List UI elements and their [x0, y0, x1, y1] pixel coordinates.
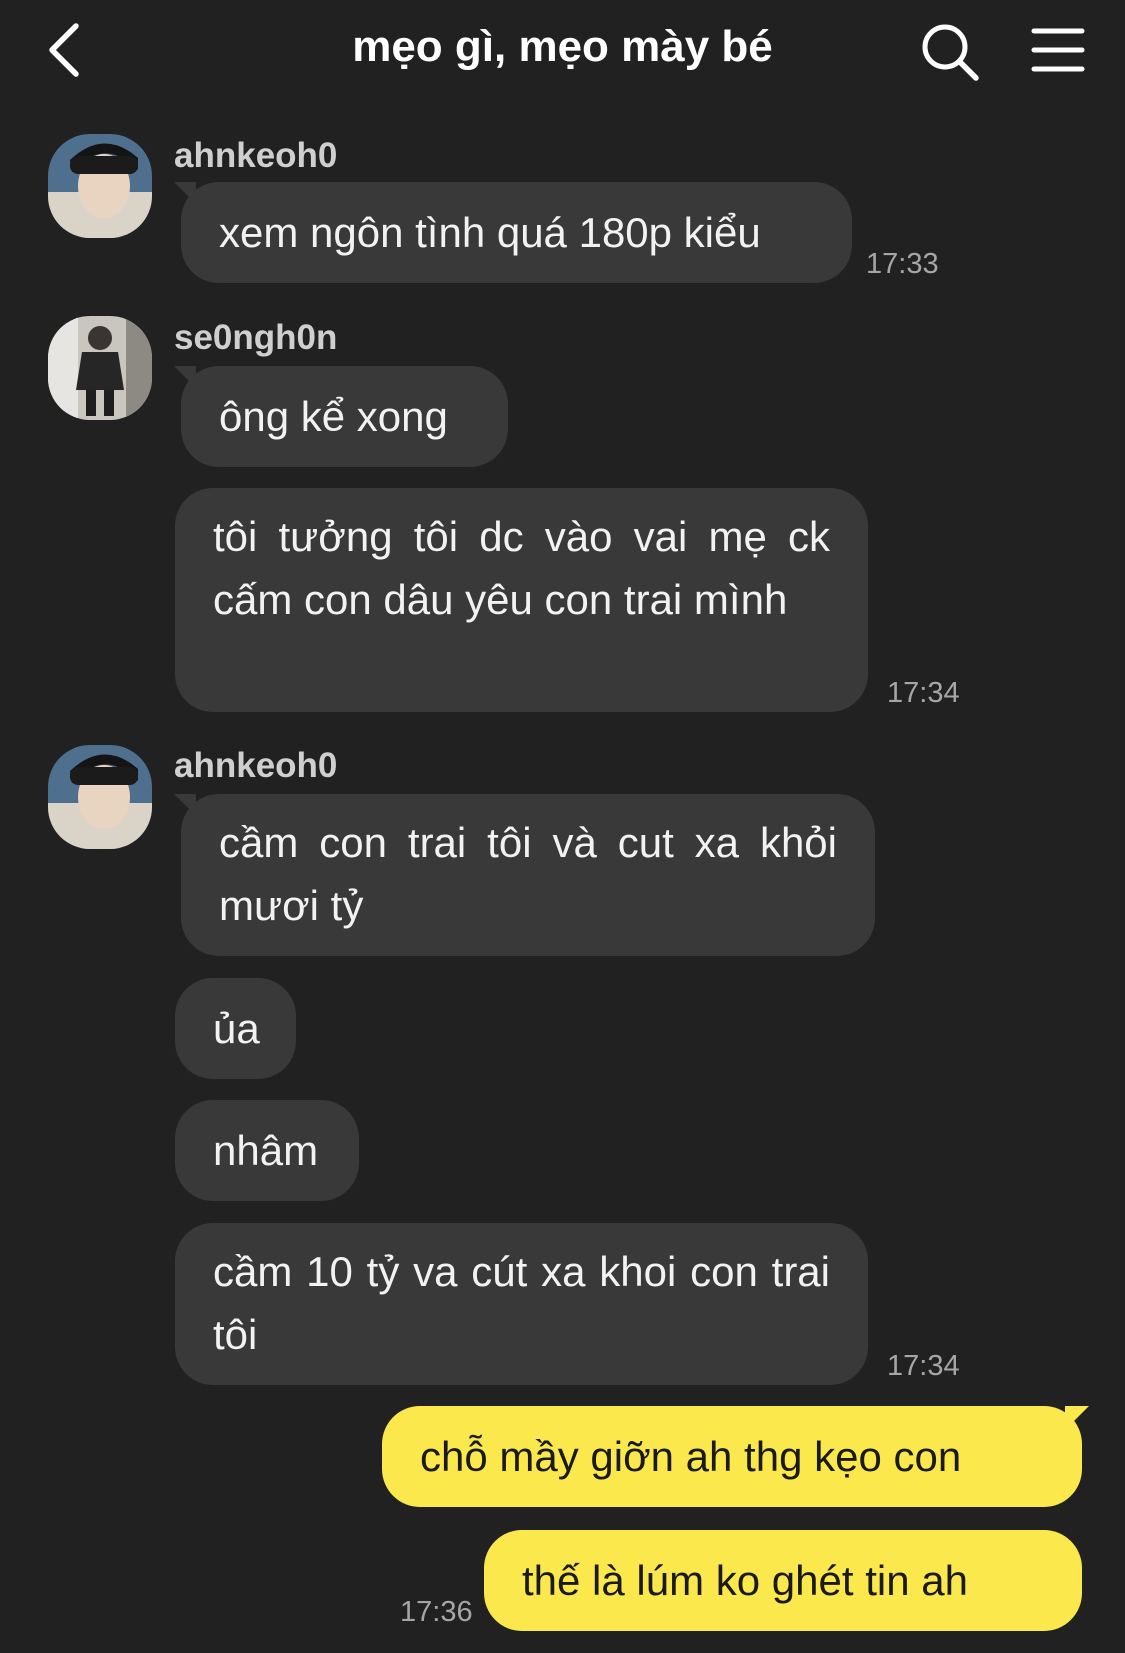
- avatar-se0ngh0n[interactable]: [48, 316, 152, 420]
- message-time: 17:33: [866, 248, 939, 280]
- sender-name: se0ngh0n: [174, 318, 338, 357]
- avatar-ahnkeoh0[interactable]: [48, 745, 152, 849]
- message-time: 17:34: [887, 1350, 960, 1382]
- avatar-image: [48, 745, 152, 849]
- avatar-image: [48, 134, 152, 238]
- avatar-ahnkeoh0[interactable]: [48, 134, 152, 238]
- message-bubble[interactable]: nhâm: [175, 1100, 359, 1201]
- hamburger-menu-icon: [1031, 28, 1085, 72]
- avatar-image: [48, 316, 152, 420]
- sender-name: ahnkeoh0: [174, 746, 338, 785]
- search-icon: [922, 24, 979, 81]
- message-bubble[interactable]: ông kể xong: [181, 366, 508, 467]
- sender-name: ahnkeoh0: [174, 136, 338, 175]
- message-bubble[interactable]: cầm con trai tôi và cut xa khỏi mươi tỷ: [181, 794, 875, 956]
- message-time: 17:36: [400, 1596, 473, 1628]
- my-message-bubble[interactable]: chỗ mầy giỡn ah thg kẹo con: [382, 1406, 1082, 1507]
- search-button[interactable]: [920, 22, 982, 84]
- my-message-bubble[interactable]: thế là lúm ko ghét tin ah: [484, 1530, 1082, 1631]
- message-bubble[interactable]: tôi tưởng tôi dc vào vai mẹ ck cấm con d…: [175, 488, 868, 712]
- message-time: 17:34: [887, 677, 960, 709]
- message-bubble[interactable]: xem ngôn tình quá 180p kiểu: [181, 182, 852, 283]
- message-bubble[interactable]: cầm 10 tỷ va cút xa khoi con trai tôi: [175, 1223, 868, 1385]
- message-bubble[interactable]: ủa: [175, 978, 296, 1079]
- menu-button[interactable]: [1030, 26, 1086, 74]
